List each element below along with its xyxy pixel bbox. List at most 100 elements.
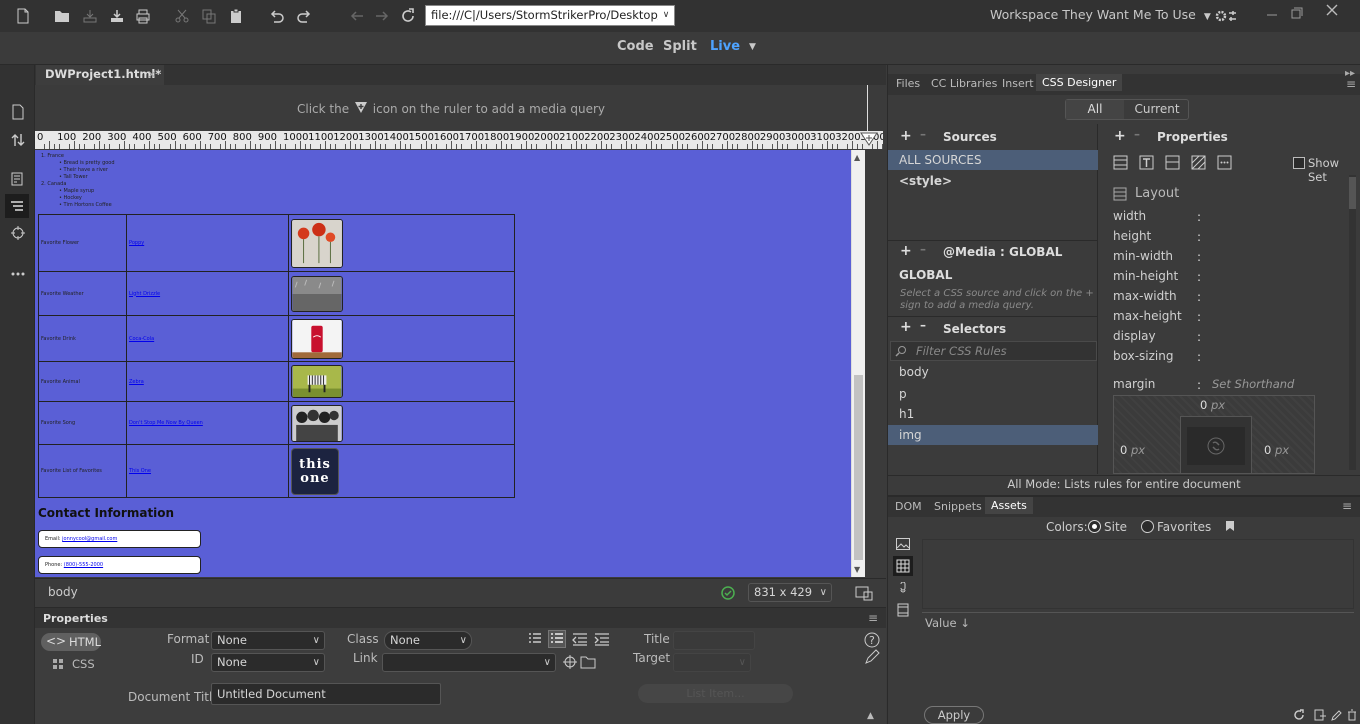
scroll-up-icon[interactable]: ▲ (854, 153, 860, 162)
bookmark-icon[interactable] (1225, 520, 1235, 532)
text-category-icon[interactable] (1139, 155, 1154, 170)
properties-scrollbar[interactable] (1349, 175, 1356, 470)
close-window-icon[interactable] (1322, 0, 1342, 20)
border-category-icon[interactable] (1165, 155, 1180, 170)
tab-cc-libraries[interactable]: CC Libraries (931, 77, 997, 90)
address-bar[interactable]: file:///C|/Users/StormStrikerPro/Desktop… (425, 5, 675, 26)
restore-icon[interactable] (1287, 3, 1307, 23)
live-view-button[interactable]: Live (710, 39, 740, 54)
doc-title-input[interactable]: Untitled Document (211, 683, 441, 705)
all-button[interactable]: All (1066, 100, 1124, 119)
prop-width[interactable]: width (1113, 209, 1146, 223)
print-icon[interactable] (133, 6, 153, 26)
favorites-radio[interactable] (1141, 520, 1154, 533)
ruler-handle-icon[interactable] (859, 131, 879, 149)
images-icon[interactable] (896, 538, 910, 550)
add-property-icon[interactable]: + (1114, 128, 1126, 144)
tab-snippets[interactable]: Snippets (934, 500, 982, 513)
scroll-down-icon[interactable]: ▼ (854, 565, 860, 574)
more-options-icon[interactable] (8, 264, 28, 284)
prop-height[interactable]: height (1113, 229, 1151, 243)
sync-settings-icon[interactable] (1214, 6, 1238, 26)
link-input[interactable]: ∨ (382, 653, 556, 672)
prop-min-width[interactable]: min-width (1113, 249, 1173, 263)
prop-box-sizing[interactable]: box-sizing (1113, 349, 1173, 363)
delete-asset-icon[interactable] (1346, 709, 1358, 721)
undo-icon[interactable] (267, 6, 287, 26)
workspace-switcher[interactable]: Workspace They Want Me To Use ▼ (990, 7, 1211, 22)
panel-menu-icon[interactable]: ≡ (868, 611, 878, 625)
row-link[interactable]: Don't Stop Me Now By Queen (129, 420, 203, 426)
more-category-icon[interactable] (1217, 155, 1232, 170)
id-select[interactable]: None ∨ (211, 653, 325, 672)
tab-insert[interactable]: Insert (1002, 77, 1034, 90)
row-link[interactable]: Light Drizzle (129, 291, 160, 297)
save-all-icon[interactable] (107, 6, 127, 26)
current-button[interactable]: Current (1126, 100, 1188, 119)
collapse-panel-icon[interactable]: ▲ (867, 711, 874, 721)
panel-menu-icon[interactable]: ≡ (1346, 77, 1356, 91)
site-radio[interactable] (1088, 520, 1101, 533)
add-source-icon[interactable]: + (900, 128, 912, 144)
redo-icon[interactable] (294, 6, 314, 26)
media-icon[interactable] (896, 603, 910, 617)
layout-category-icon[interactable] (1113, 155, 1128, 170)
selector-img[interactable]: img (888, 425, 1098, 445)
new-document-icon[interactable] (13, 6, 33, 26)
row-link[interactable]: Zebra (129, 379, 144, 385)
prop-max-width[interactable]: max-width (1113, 289, 1177, 303)
refresh-icon[interactable] (398, 6, 418, 26)
media-global-item[interactable]: GLOBAL (899, 268, 952, 282)
links-icon[interactable] (897, 582, 909, 596)
address-dropdown-icon[interactable]: ∨ (658, 6, 674, 25)
colors-category-button[interactable] (893, 556, 913, 576)
live-view-dropdown-icon[interactable]: ▼ (749, 42, 756, 52)
filter-css-input[interactable]: Filter CSS Rules (890, 341, 1097, 361)
code-view-button[interactable]: Code (617, 39, 654, 54)
show-set-checkbox[interactable] (1293, 157, 1305, 169)
value-column-header[interactable]: Value ↓ (925, 616, 970, 630)
tab-dom[interactable]: DOM (895, 500, 922, 513)
row-link[interactable]: Poppy (129, 240, 144, 246)
window-size-select[interactable]: 831 x 429 ∨ (748, 583, 832, 602)
prop-max-height[interactable]: max-height (1113, 309, 1182, 323)
code-navigator-icon[interactable] (5, 194, 29, 218)
selector-h1[interactable]: h1 (888, 404, 1098, 424)
tab-css-designer[interactable]: CSS Designer (1036, 74, 1123, 91)
add-media-icon[interactable]: + (900, 243, 912, 259)
help-icon[interactable]: ? (864, 632, 880, 648)
prop-margin[interactable]: margin (1113, 377, 1155, 391)
vertical-scrollbar[interactable]: ▲ ▼ (851, 150, 865, 577)
scrollbar-thumb[interactable] (854, 375, 863, 560)
margin-top-value[interactable]: 0 px (1200, 398, 1225, 412)
row-link[interactable]: This One (129, 468, 151, 474)
phone-link[interactable]: (800)-555-2000 (64, 562, 103, 568)
tag-selector[interactable]: body (48, 585, 78, 599)
outdent-icon[interactable] (572, 632, 588, 646)
media-ruler[interactable]: 0 100 200 300 400 500 600 700 800 900 1000 1100 1200… (35, 131, 883, 149)
margin-right-value[interactable]: 0 px (1264, 443, 1289, 457)
row-link[interactable]: Coca-Cola (129, 336, 154, 342)
set-shorthand-text[interactable]: Set Shorthand (1212, 377, 1294, 391)
apply-button[interactable]: Apply (924, 706, 984, 724)
close-tab-icon[interactable]: × (147, 65, 157, 84)
paste-icon[interactable] (226, 6, 246, 26)
panel-menu-icon[interactable]: ≡ (1342, 499, 1352, 513)
document-tab[interactable]: DWProject1.html* × (36, 65, 164, 85)
style-source-item[interactable]: <style> (888, 171, 1098, 191)
minimize-icon[interactable] (1262, 3, 1282, 23)
preview-icon[interactable] (855, 585, 873, 601)
email-link[interactable]: jonnycool@gmail.com (62, 536, 117, 542)
html-mode-button[interactable]: <> HTML (41, 633, 101, 651)
validate-icon[interactable] (8, 169, 28, 189)
browse-folder-icon[interactable] (580, 655, 596, 669)
selector-p[interactable]: p (888, 384, 1098, 404)
prop-display[interactable]: display (1113, 329, 1156, 343)
open-folder-icon[interactable] (52, 6, 72, 26)
edit-icon[interactable] (864, 649, 880, 665)
new-asset-icon[interactable] (1314, 709, 1326, 721)
margin-left-value[interactable]: 0 px (1120, 443, 1145, 457)
live-view-page[interactable]: 1. France • Bread is pretty good • Their… (35, 150, 851, 577)
background-category-icon[interactable] (1191, 155, 1206, 170)
class-select[interactable]: None ∨ (384, 631, 472, 650)
